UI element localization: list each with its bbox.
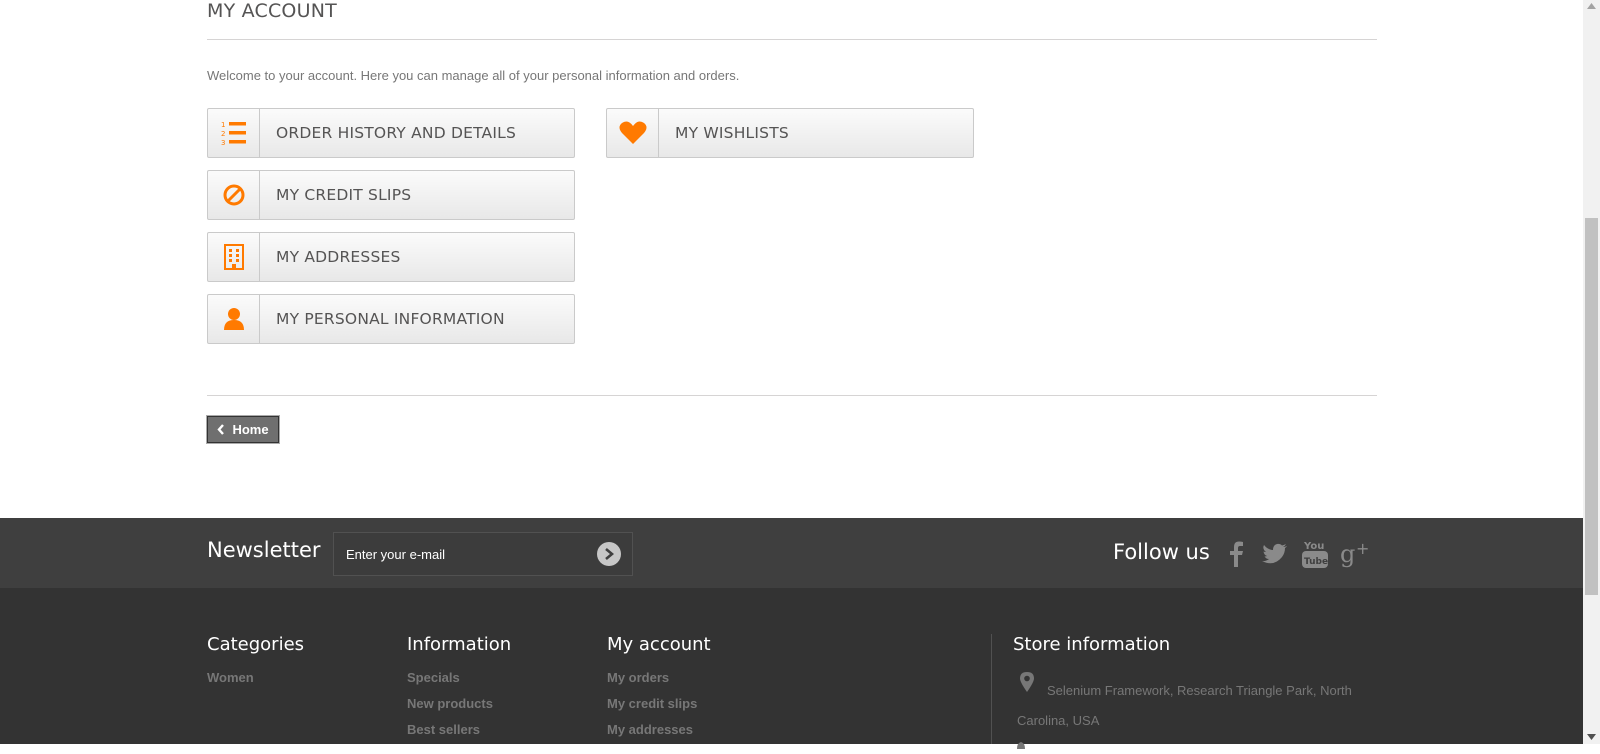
svg-text:1: 1	[221, 121, 225, 129]
ordered-list-icon: 1 2 3	[208, 109, 260, 157]
facebook-icon[interactable]	[1221, 539, 1251, 569]
scrollbar-thumb[interactable]	[1585, 218, 1598, 595]
footer-link-my-orders[interactable]: My orders	[607, 670, 669, 685]
footer-link-women[interactable]: Women	[207, 670, 254, 685]
wishlists-label: MY WISHLISTS	[675, 124, 789, 142]
building-icon	[208, 233, 260, 281]
store-address: Selenium Framework, Research Triangle Pa…	[1017, 683, 1352, 728]
scroll-up-arrow-icon[interactable]	[1587, 3, 1596, 9]
order-history-label: ORDER HISTORY AND DETAILS	[276, 124, 517, 142]
svg-text:+: +	[1356, 540, 1369, 558]
personal-info-label: MY PERSONAL INFORMATION	[276, 310, 505, 328]
personal-info-button[interactable]: MY PERSONAL INFORMATION	[207, 294, 575, 344]
svg-text:Tube: Tube	[1304, 557, 1328, 567]
addresses-label: MY ADDRESSES	[276, 248, 401, 266]
svg-text:g: g	[1340, 540, 1355, 568]
footer-store-title: Store information	[1013, 634, 1171, 655]
svg-text:2: 2	[221, 130, 225, 138]
scroll-down-arrow-icon[interactable]	[1587, 734, 1596, 740]
youtube-icon[interactable]: You Tube	[1300, 539, 1330, 569]
footer-link-best-sellers[interactable]: Best sellers	[407, 722, 480, 737]
svg-text:3: 3	[221, 139, 225, 147]
newsletter-placeholder: Enter your e-mail	[346, 546, 445, 562]
chevron-right-icon	[605, 548, 614, 560]
ban-icon	[208, 171, 260, 219]
credit-slips-button[interactable]: MY CREDIT SLIPS	[207, 170, 575, 220]
footer-link-my-credit-slips[interactable]: My credit slips	[607, 696, 697, 711]
home-label: Home	[232, 422, 269, 437]
welcome-text: Welcome to your account. Here you can ma…	[207, 68, 740, 83]
addresses-button[interactable]: MY ADDRESSES	[207, 232, 575, 282]
content-divider	[207, 395, 1377, 396]
newsletter-title: Newsletter	[207, 538, 321, 562]
svg-text:You: You	[1303, 541, 1324, 552]
order-history-button[interactable]: 1 2 3 ORDER HISTORY AND DETAILS	[207, 108, 575, 158]
follow-us-title: Follow us	[1113, 540, 1210, 564]
phone-icon	[1015, 736, 1027, 754]
credit-slips-label: MY CREDIT SLIPS	[276, 186, 412, 204]
newsletter-submit-button[interactable]	[597, 542, 621, 566]
title-divider	[207, 39, 1377, 40]
user-icon	[208, 295, 260, 343]
footer-link-my-addresses[interactable]: My addresses	[607, 722, 693, 737]
heart-icon	[607, 109, 659, 157]
footer-my-account-title: My account	[607, 634, 711, 655]
twitter-icon[interactable]	[1260, 539, 1290, 569]
chevron-left-icon	[217, 424, 225, 435]
footer-link-new-products[interactable]: New products	[407, 696, 493, 711]
wishlists-button[interactable]: MY WISHLISTS	[606, 108, 974, 158]
page-title: MY ACCOUNT	[207, 0, 337, 22]
home-button[interactable]: Home	[206, 415, 280, 444]
newsletter-email-input[interactable]: Enter your e-mail	[333, 532, 633, 576]
footer-separator	[991, 634, 992, 744]
footer-categories-title: Categories	[207, 634, 305, 655]
footer-link-specials[interactable]: Specials	[407, 670, 460, 685]
google-plus-icon[interactable]: g +	[1340, 539, 1370, 569]
page: MY ACCOUNT Welcome to your account. Here…	[0, 0, 1583, 749]
footer-information-title: Information	[407, 634, 512, 655]
